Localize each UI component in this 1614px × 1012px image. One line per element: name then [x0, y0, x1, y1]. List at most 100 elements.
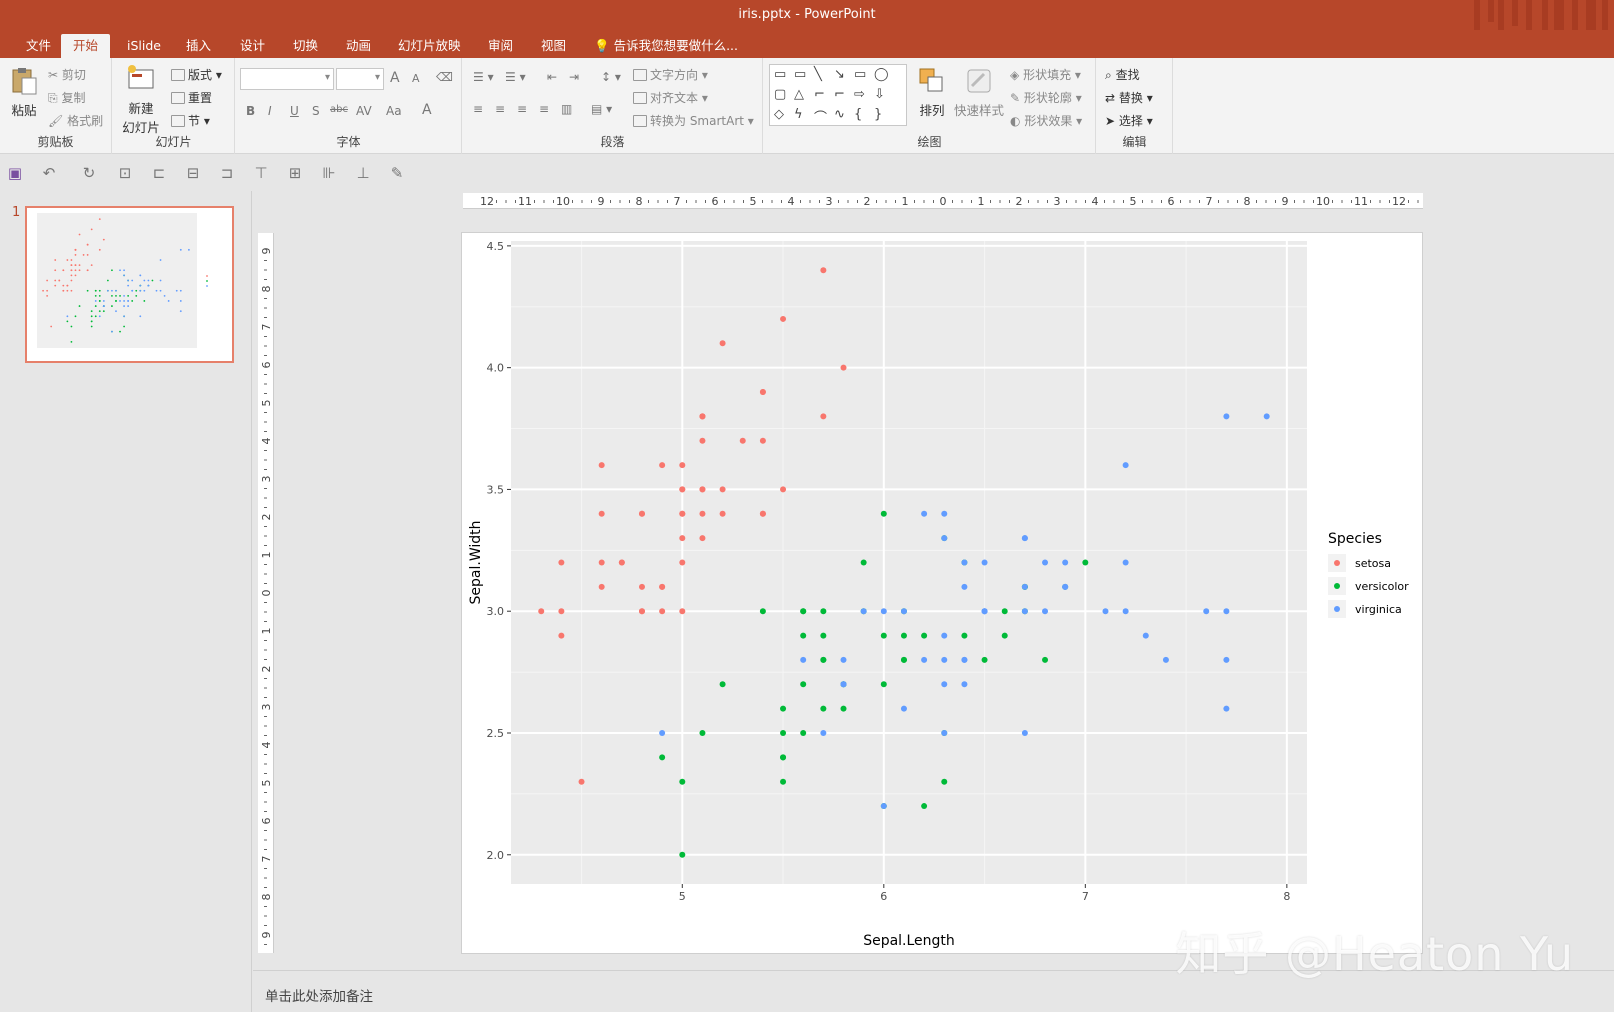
select-button[interactable]: ➤ 选择 ▾: [1105, 112, 1153, 129]
undo-icon[interactable]: ↶: [40, 164, 58, 182]
tab-7[interactable]: 幻灯片放映: [386, 34, 473, 58]
font-color-button[interactable]: A: [422, 102, 432, 118]
find-button[interactable]: ⌕ 查找: [1105, 66, 1140, 83]
replace-button[interactable]: ⇄ 替换 ▾: [1105, 89, 1153, 106]
font-size-box[interactable]: [336, 68, 384, 90]
arc-shape-icon[interactable]: ⌒: [814, 107, 827, 126]
align-right-icon[interactable]: ≡: [517, 102, 527, 116]
cut-button[interactable]: ✂ 剪切: [48, 66, 86, 83]
brace-left-shape-icon[interactable]: {: [854, 107, 862, 122]
thumb-point: [123, 305, 125, 307]
iris-scatter-chart[interactable]: 5 6 7 8 2.0 2.5 3.0 3.5 4.0 4.5 Sepal.Length Sepal.…: [462, 233, 1422, 953]
slide-canvas[interactable]: 5 6 7 8 2.0 2.5 3.0 3.5 4.0 4.5 Sepal.Length Sepal.…: [461, 232, 1423, 954]
tab-9[interactable]: 视图: [529, 34, 578, 58]
numbering-icon[interactable]: ☰ ▾: [505, 70, 526, 84]
point-setosa: [558, 608, 565, 615]
reset-icon: [171, 92, 185, 104]
lightning-shape-icon[interactable]: ϟ: [794, 107, 803, 122]
slide-thumbnail[interactable]: [25, 206, 234, 363]
arrow-line-shape-icon[interactable]: ↘: [834, 67, 845, 82]
align-center-objects-icon[interactable]: ⊟: [184, 164, 202, 182]
reset-button[interactable]: 重置: [171, 89, 212, 106]
format-painter-button[interactable]: 🖌 格式刷: [48, 112, 103, 129]
curve-shape-icon[interactable]: ∿: [834, 107, 845, 122]
clear-format-icon[interactable]: ⌫: [436, 70, 453, 84]
start-slideshow-icon[interactable]: ⊡: [116, 164, 134, 182]
paste-button[interactable]: 粘贴: [6, 66, 42, 119]
shape-outline-button[interactable]: ✎ 形状轮廓 ▾: [1010, 89, 1082, 106]
change-case-button[interactable]: Aa: [386, 104, 402, 118]
freeform-shape-icon[interactable]: ◇: [774, 107, 784, 122]
tab-5[interactable]: 切换: [281, 34, 330, 58]
italic-button[interactable]: I: [268, 104, 272, 118]
shadow-button[interactable]: S: [312, 104, 320, 118]
align-left-icon[interactable]: ≡: [473, 102, 483, 116]
vtextbox-shape-icon[interactable]: ▭: [794, 67, 806, 82]
down-arrow-shape-icon[interactable]: ⇩: [874, 87, 885, 102]
thumb-point: [179, 300, 182, 302]
align-left-objects-icon[interactable]: ⊏: [150, 164, 168, 182]
section-button[interactable]: 节 ▾: [171, 112, 210, 129]
triangle-shape-icon[interactable]: △: [794, 87, 804, 102]
shape-effects-button[interactable]: ◐ 形状效果 ▾: [1010, 112, 1082, 129]
tab-8[interactable]: 审阅: [476, 34, 525, 58]
elbow-shape-icon[interactable]: ⌐: [814, 87, 825, 102]
new-slide-label-1: 新建: [128, 101, 154, 116]
elbow-arrow-shape-icon[interactable]: ⌐: [834, 87, 845, 102]
arrange-button[interactable]: 排列: [914, 66, 950, 119]
line-spacing-icon[interactable]: ↕ ▾: [601, 70, 621, 84]
align-top-objects-icon[interactable]: ⊤: [252, 164, 270, 182]
save-icon[interactable]: ▣: [6, 164, 24, 182]
textbox-shape-icon[interactable]: ▭: [774, 67, 786, 82]
point-virginica: [1021, 608, 1028, 615]
shape-fill-button[interactable]: ◈ 形状填充 ▾: [1010, 66, 1081, 83]
font-name-box[interactable]: [240, 68, 334, 90]
shrink-font-button[interactable]: A: [412, 72, 420, 85]
underline-button[interactable]: U: [290, 104, 299, 118]
right-arrow-shape-icon[interactable]: ⇨: [854, 87, 865, 102]
increase-indent-icon[interactable]: ⇥: [569, 70, 579, 84]
text-direction-button[interactable]: 文字方向 ▾: [633, 66, 708, 83]
char-spacing-button[interactable]: AV: [356, 104, 372, 118]
align-center-icon[interactable]: ≡: [495, 102, 505, 116]
decrease-indent-icon[interactable]: ⇤: [547, 70, 557, 84]
line-shape-icon[interactable]: ╲: [814, 67, 822, 82]
align-bottom-objects-icon[interactable]: ⊥: [354, 164, 372, 182]
tab-6[interactable]: 动画: [334, 34, 383, 58]
align-text-button[interactable]: 对齐文本 ▾: [633, 89, 708, 106]
align-right-objects-icon[interactable]: ⊐: [218, 164, 236, 182]
brace-right-shape-icon[interactable]: }: [874, 107, 882, 122]
rectangle-shape-icon[interactable]: ▭: [854, 67, 866, 82]
tab-2[interactable]: iSlide: [115, 34, 173, 58]
redo-icon[interactable]: ↻: [80, 164, 98, 182]
bullets-icon[interactable]: ☰ ▾: [473, 70, 494, 84]
columns-icon[interactable]: ▤ ▾: [591, 102, 612, 116]
tell-me-box[interactable]: 💡 告诉我您想要做什么...: [594, 34, 738, 58]
bold-button[interactable]: B: [246, 104, 255, 118]
y-tick-label: 4.0: [487, 362, 505, 375]
new-slide-button[interactable]: 新建 幻灯片: [119, 64, 163, 136]
justify-icon[interactable]: ≡: [539, 102, 549, 116]
point-setosa: [659, 462, 666, 469]
thumb-point: [135, 289, 138, 292]
tab-0[interactable]: 文件: [14, 34, 63, 58]
customize-qat-icon[interactable]: ✎: [388, 164, 406, 182]
tab-3[interactable]: 插入: [174, 34, 223, 58]
layout-button[interactable]: 版式 ▾: [171, 66, 222, 83]
ruler-label: 9: [598, 195, 605, 208]
tab-1[interactable]: 开始: [61, 34, 111, 58]
distribute-icon[interactable]: ▥: [561, 102, 572, 116]
align-middle-objects-icon[interactable]: ⊞: [286, 164, 304, 182]
grow-font-button[interactable]: A: [390, 70, 400, 86]
rounded-rect-shape-icon[interactable]: ▢: [774, 87, 786, 102]
quick-styles-button[interactable]: 快速样式: [954, 66, 1004, 119]
point-setosa: [598, 559, 605, 566]
smartart-button[interactable]: 转换为 SmartArt ▾: [633, 112, 754, 129]
point-setosa: [759, 437, 766, 444]
copy-button[interactable]: ⎘ 复制: [48, 89, 85, 106]
strikethrough-button[interactable]: abc: [330, 104, 348, 115]
shapes-gallery[interactable]: ▭ ▭ ╲ ↘ ▭ ◯ ▢ △ ⌐ ⌐ ⇨ ⇩ ◇ ϟ ⌒ ∿ { }: [769, 64, 907, 126]
tab-4[interactable]: 设计: [228, 34, 277, 58]
distribute-objects-icon[interactable]: ⊪: [320, 164, 338, 182]
oval-shape-icon[interactable]: ◯: [874, 67, 889, 82]
